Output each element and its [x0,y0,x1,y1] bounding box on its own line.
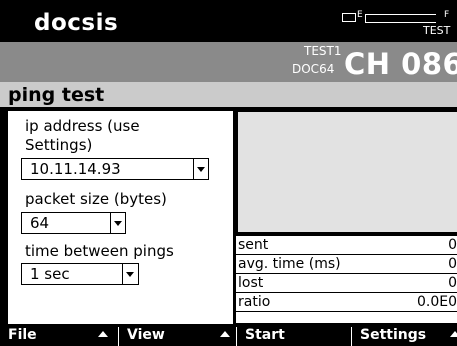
packet-size-value: 64 [30,214,50,232]
chevron-down-icon[interactable] [193,159,208,179]
chevron-up-icon [98,331,108,337]
file-softkey-label: File [8,327,37,343]
battery-gauge: E F [342,10,456,23]
battery-icon [342,13,356,22]
settings-softkey[interactable]: Settings [352,325,457,346]
stat-label: lost [238,275,264,291]
ping-graph-area [236,110,457,234]
ip-address-dropdown[interactable]: 10.11.14.93 [21,158,209,180]
battery-level-bar [365,14,436,23]
section-header: ping test [0,82,457,107]
stat-row-lost: lost 0 [236,274,457,293]
stat-value: 0 [448,275,457,291]
chevron-up-icon [220,331,230,337]
stat-label: avg. time (ms) [238,256,341,272]
ip-address-label: ip address (use [25,117,140,135]
settings-softkey-label: Settings [360,327,427,343]
title-bar: docsis E F TEST [0,0,457,42]
ip-address-value: 10.11.14.93 [30,160,121,178]
app-brand: docsis [34,10,119,36]
softkey-bar: File View Start Settings [0,325,457,346]
selection-marker [0,160,7,185]
settings-panel: ip address (use Settings) 10.11.14.93 pa… [7,110,234,325]
stat-row-avg-time: avg. time (ms) 0 [236,255,457,274]
chevron-up-icon [450,331,457,337]
page-title: ping test [8,84,105,106]
test-label: TEST1 [304,44,342,58]
channel-readout: CH 086 [344,47,457,81]
stat-value: 0 [448,256,457,272]
battery-empty-label: E [357,10,363,20]
ping-interval-value: 1 sec [30,265,70,283]
stat-value: 0.0E0 [416,294,457,310]
channel-bar: TEST1 DOC64 CH 086 [0,42,457,82]
ip-address-label-cont: Settings) [25,136,93,154]
stat-row-ratio: ratio 0.0E0 [236,293,457,312]
battery-full-label: F [444,10,450,20]
ping-interval-dropdown[interactable]: 1 sec [21,263,139,285]
stat-label: sent [238,237,269,253]
ping-interval-label: time between pings [25,242,174,260]
chevron-down-icon[interactable] [122,264,137,284]
doc-label: DOC64 [292,62,335,76]
mode-tag: TEST [423,24,451,37]
view-softkey[interactable]: View [119,325,235,346]
packet-size-dropdown[interactable]: 64 [21,212,126,234]
stat-label: ratio [238,294,271,310]
packet-size-label: packet size (bytes) [25,190,167,208]
chevron-down-icon[interactable] [110,213,125,233]
view-softkey-label: View [127,327,165,343]
stat-value: 0 [448,237,457,253]
ping-stats-table: sent 0 avg. time (ms) 0 lost 0 ratio 0.0… [236,236,457,323]
stat-row-sent: sent 0 [236,236,457,255]
file-softkey[interactable]: File [0,325,116,346]
start-softkey[interactable]: Start [237,325,349,346]
start-softkey-label: Start [245,327,285,343]
